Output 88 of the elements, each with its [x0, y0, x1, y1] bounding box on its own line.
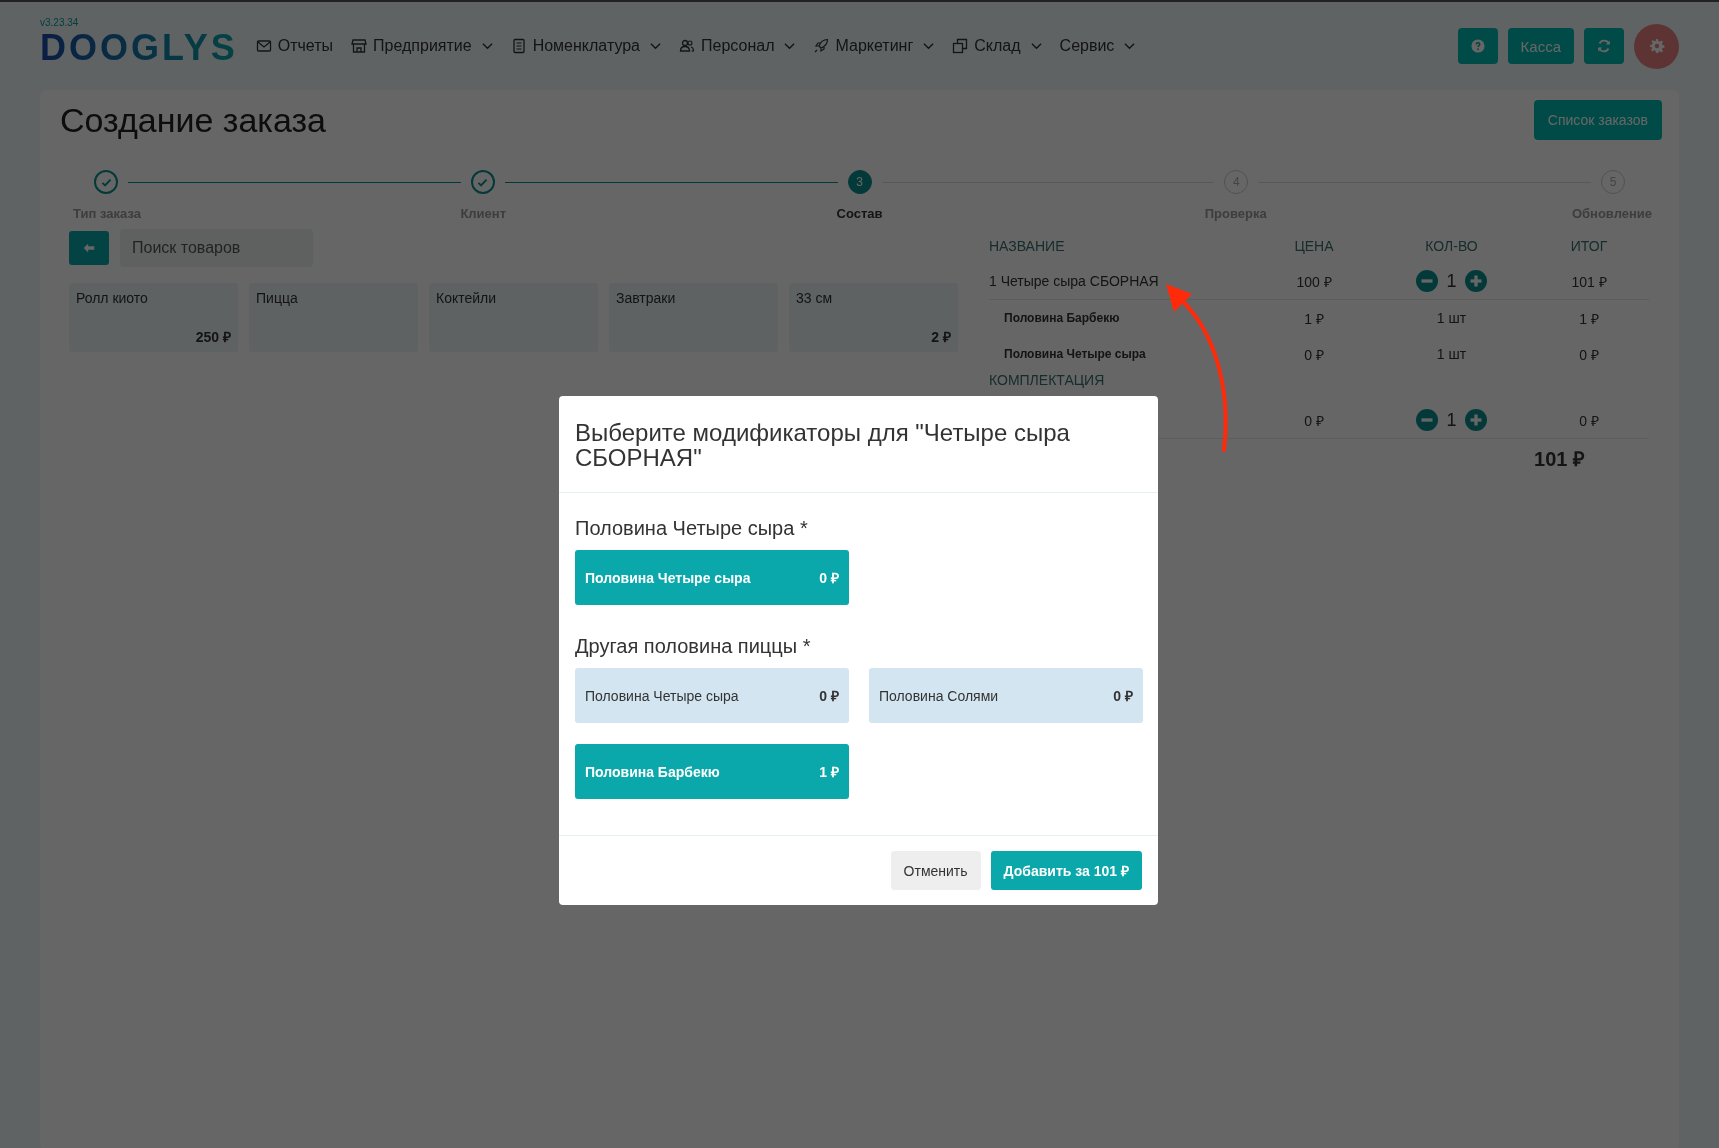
category-tile[interactable]: Ролл киото 250 ₽	[69, 283, 238, 352]
option-price: 0 ₽	[819, 687, 839, 706]
back-button[interactable]	[69, 231, 109, 265]
nav-menu-item[interactable]: Номенклатура	[510, 37, 661, 55]
total-cell-text: 0 ₽	[1578, 345, 1600, 364]
settings-icon	[1648, 38, 1665, 54]
product-name: Половина Четыре сыра	[1004, 347, 1146, 361]
refresh-icon	[1596, 38, 1612, 54]
quantity-value: 1	[1446, 409, 1457, 431]
plus-button[interactable]	[1464, 409, 1487, 431]
order-total: 101 ₽	[1534, 447, 1585, 472]
product-name: Половина Барбекю	[1004, 311, 1120, 325]
rocket-icon	[813, 38, 830, 54]
column-header: КОЛ-ВО	[1424, 238, 1479, 254]
category-name: Завтраки	[616, 290, 677, 306]
total-cell-text: 1 ₽	[1578, 309, 1600, 328]
group-title: Другая половина пиццы *	[575, 635, 812, 659]
cash-button[interactable]: Касса	[1507, 28, 1574, 64]
section-heading: КОМПЛЕКТАЦИЯ	[989, 372, 1106, 390]
modifier-option[interactable]: Половина Барбекю 1 ₽	[575, 744, 849, 800]
nav-menu-item[interactable]: Сервис	[1059, 37, 1136, 55]
category-price: 2 ₽	[931, 328, 951, 346]
minus-button[interactable]	[1416, 270, 1439, 292]
column-header: ИТОГ	[1569, 238, 1609, 254]
version-label: v3.23.34	[40, 16, 80, 28]
modifier-option[interactable]: Половина Солями 0 ₽	[869, 668, 1143, 724]
help-button[interactable]	[1457, 28, 1498, 64]
modifier-option[interactable]: Половина Четыре сыра 0 ₽	[575, 550, 849, 606]
category-tile[interactable]: Завтраки	[609, 283, 778, 352]
column-header: ЦЕНА	[1293, 238, 1335, 254]
store-icon	[351, 38, 368, 54]
category-tile[interactable]: Пицца	[249, 283, 418, 352]
refresh-button[interactable]	[1584, 28, 1624, 64]
add-button[interactable]: Добавить за 101 ₽	[990, 851, 1142, 891]
people-icon	[679, 38, 695, 54]
dialog-title: Выберите модификаторы для "Четыре сыра СБОРНАЯ"	[575, 420, 1071, 471]
option-price: 0 ₽	[1113, 687, 1133, 706]
category-name: Пицца	[256, 290, 299, 306]
product-name: 1 Четыре сыра СБОРНАЯ	[989, 273, 1159, 289]
quantity-cell-text: 1 шт	[1435, 346, 1468, 362]
category-tile[interactable]: Коктейли	[429, 283, 598, 352]
orders-list-button[interactable]: Список заказов	[1533, 100, 1662, 140]
price-cell-text: 0 ₽	[1303, 345, 1325, 364]
chevron-down-icon	[784, 42, 796, 50]
option-name: Половина Барбекю	[585, 763, 720, 780]
option-name: Половина Четыре сыра	[585, 687, 739, 704]
nav-menu-item[interactable]: Склад	[952, 37, 1042, 55]
envelope-icon	[255, 38, 272, 54]
category-name: Ролл киото	[76, 290, 149, 306]
column-header: НАЗВАНИЕ	[989, 238, 1066, 254]
step-label: Состав	[835, 206, 884, 221]
nav-menu-item[interactable]: Предприятие	[351, 37, 493, 55]
search-field[interactable]: Поиск товаров	[120, 229, 313, 267]
arrow-left-icon	[82, 241, 96, 255]
document-icon	[510, 38, 527, 54]
option-name: Половина Солями	[879, 687, 999, 704]
chevron-down-icon	[1030, 42, 1042, 50]
option-price: 0 ₽	[819, 569, 839, 588]
nav-menu-item[interactable]: Персонал	[679, 37, 796, 55]
quantity-value: 1	[1446, 270, 1457, 292]
price-cell-text: 1 ₽	[1303, 309, 1325, 328]
settings-button[interactable]	[1634, 23, 1679, 69]
price-cell-text: 0 ₽	[1303, 411, 1325, 430]
total-cell-text: 101 ₽	[1570, 272, 1608, 291]
group-title: Половина Четыре сыра *	[575, 517, 809, 541]
price-cell-text: 100 ₽	[1295, 272, 1333, 291]
category-price: 250 ₽	[195, 328, 231, 346]
stacked-squares-icon	[952, 38, 969, 54]
nav-menu-item[interactable]: Маркетинг	[813, 37, 935, 55]
chevron-down-icon	[923, 42, 935, 50]
question-icon	[1470, 39, 1485, 53]
cancel-button[interactable]: Отменить	[890, 851, 981, 891]
category-name: Коктейли	[436, 290, 498, 306]
modifier-option[interactable]: Половина Четыре сыра 0 ₽	[575, 668, 849, 724]
chevron-down-icon	[1124, 42, 1136, 50]
option-name: Половина Четыре сыра	[585, 569, 751, 586]
option-price: 1 ₽	[819, 763, 839, 782]
page-title: Создание заказа	[60, 100, 326, 140]
total-cell-text: 0 ₽	[1578, 411, 1600, 430]
step-number: 3	[847, 170, 872, 194]
chevron-down-icon	[650, 42, 661, 50]
plus-button[interactable]	[1464, 270, 1487, 292]
quantity-cell-text: 1 шт	[1435, 310, 1468, 326]
category-name: 33 см	[796, 290, 834, 306]
category-tile[interactable]: 33 см 2 ₽	[789, 283, 958, 352]
nav-menu-item[interactable]: Отчеты	[255, 37, 334, 55]
chevron-down-icon	[481, 42, 493, 50]
minus-button[interactable]	[1416, 409, 1439, 431]
